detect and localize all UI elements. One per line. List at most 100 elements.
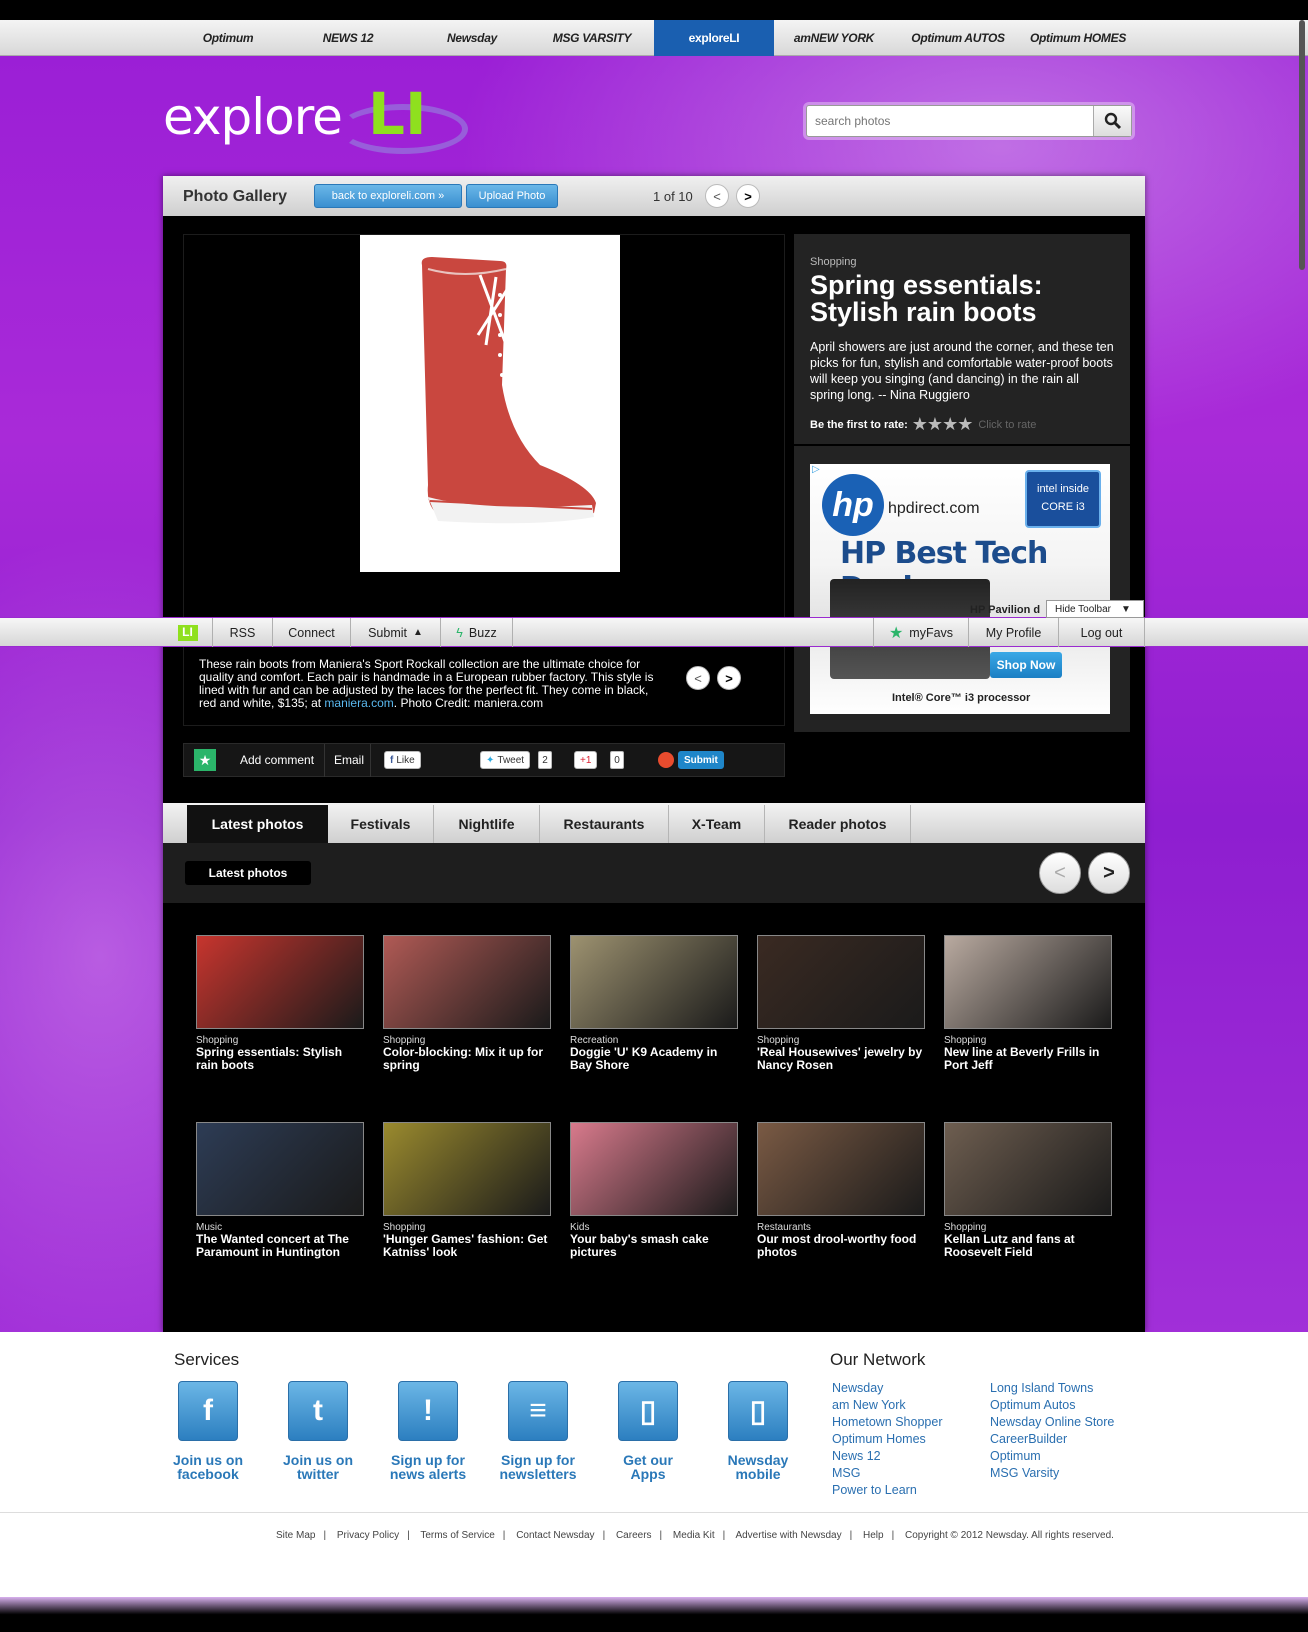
thumbnail-item[interactable]: Shopping Color-blocking: Mix it up for sp… [383,935,551,1072]
tab-reader-photos[interactable]: Reader photos [765,805,911,843]
thumbnail-item[interactable]: Shopping Spring essentials: Stylish rain … [196,935,364,1072]
toolbar-connect[interactable]: Connect [273,618,351,647]
network-link[interactable]: am New York [832,1398,906,1412]
thumbnail-image[interactable] [944,1122,1112,1216]
toolbar-my-profile[interactable]: My Profile [969,618,1059,647]
footer-link-help[interactable]: Help [863,1530,884,1541]
thumbnail-image[interactable] [383,935,551,1029]
network-link[interactable]: MSG Varsity [990,1466,1059,1480]
network-link[interactable]: Newsday [832,1381,883,1395]
network-link[interactable]: MSG [832,1466,860,1480]
service-newsletters[interactable]: ≡ Sign up for newsletters [488,1381,588,1481]
service-facebook[interactable]: f Join us on facebook [158,1381,258,1481]
google-plusone-button[interactable]: +1 [574,751,598,769]
network-link-optimum-homes[interactable]: Optimum HOMES [1018,20,1138,56]
toolbar-buzz[interactable]: ϟ Buzz [441,618,513,647]
toolbar-submit[interactable]: Submit ▲ [351,618,441,647]
thumbnail-item[interactable]: Shopping 'Hunger Games' fashion: Get Katn… [383,1122,551,1259]
network-link[interactable]: CareerBuilder [990,1432,1067,1446]
network-link-amnewyork[interactable]: amNEW YORK [774,20,894,56]
scrollbar[interactable] [1299,20,1305,270]
service-twitter[interactable]: t Join us on twitter [268,1381,368,1481]
thumbnail-title[interactable]: Our most drool-worthy food photos [757,1233,925,1259]
thumbnail-image[interactable] [757,935,925,1029]
footer-link-terms[interactable]: Terms of Service [420,1530,494,1541]
thumbnail-item[interactable]: Shopping Kellan Lutz and fans at Roosevel… [944,1122,1112,1259]
network-link[interactable]: News 12 [832,1449,881,1463]
hide-toolbar-button[interactable]: Hide Toolbar ▼ [1046,600,1144,618]
hp-advertisement[interactable]: ▷ hp hpdirect.com intel inside CORE i3 H… [810,464,1110,714]
network-link[interactable]: Hometown Shopper [832,1415,942,1429]
thumbnail-image[interactable] [570,1122,738,1216]
thumbnail-item[interactable]: Shopping 'Real Housewives' jewelry by Nan… [757,935,925,1072]
email-link[interactable]: Email [334,753,364,767]
network-link-optimum[interactable]: Optimum [168,20,288,56]
thumbnail-title[interactable]: 'Hunger Games' fashion: Get Katniss' loo… [383,1233,551,1259]
add-comment-link[interactable]: Add comment [240,753,314,767]
service-news-alerts[interactable]: ! Sign up for news alerts [378,1381,478,1481]
thumbnail-title[interactable]: Your baby's smash cake pictures [570,1233,738,1259]
site-logo[interactable]: explore LI [163,80,468,156]
shop-now-button[interactable]: Shop Now [990,652,1062,678]
thumbnail-title[interactable]: Spring essentials: Stylish rain boots [196,1046,364,1072]
prev-photo-button[interactable]: < [705,184,729,208]
thumbnail-image[interactable] [196,1122,364,1216]
tab-restaurants[interactable]: Restaurants [540,805,669,843]
caption-next-button[interactable]: > [717,666,741,690]
footer-link-careers[interactable]: Careers [616,1530,652,1541]
network-link[interactable]: Newsday Online Store [990,1415,1114,1429]
next-photo-button[interactable]: > [736,184,760,208]
tab-nightlife[interactable]: Nightlife [434,805,540,843]
thumbnail-image[interactable] [570,935,738,1029]
search-input[interactable] [811,109,1083,133]
thumbnail-title[interactable]: Kellan Lutz and fans at Roosevelt Field [944,1233,1112,1259]
thumbnail-title[interactable]: The Wanted concert at The Paramount in H… [196,1233,364,1259]
thumbnail-item[interactable]: Music The Wanted concert at The Paramount… [196,1122,364,1259]
rate-hint[interactable]: Click to rate [978,419,1036,431]
footer-link-advertise[interactable]: Advertise with Newsday [735,1530,841,1541]
thumbnail-item[interactable]: Shopping New line at Beverly Frills in Po… [944,935,1112,1072]
toolbar-logo[interactable]: LI [163,618,213,647]
tweet-button[interactable]: ✦ Tweet [480,751,531,769]
stumbleupon-icon[interactable] [658,752,674,768]
network-link[interactable]: Long Island Towns [990,1381,1093,1395]
submit-share-button[interactable]: Submit [678,751,724,769]
adchoices-icon[interactable]: ▷ [812,464,820,475]
thumbnail-item[interactable]: Restaurants Our most drool-worthy food ph… [757,1122,925,1259]
toolbar-rss[interactable]: RSS [213,618,273,647]
network-link[interactable]: Optimum Homes [832,1432,926,1446]
thumbnail-image[interactable] [944,935,1112,1029]
network-link-optimum-autos[interactable]: Optimum AUTOS [898,20,1018,56]
network-link[interactable]: Optimum Autos [990,1398,1075,1412]
footer-link-site-map[interactable]: Site Map [276,1530,315,1541]
thumbnail-title[interactable]: 'Real Housewives' jewelry by Nancy Rosen [757,1046,925,1072]
search-button[interactable] [1093,106,1131,136]
network-link-news12[interactable]: NEWS 12 [288,20,408,56]
caption-link[interactable]: maniera.com [324,696,393,710]
thumbnail-title[interactable]: Color-blocking: Mix it up for spring [383,1046,551,1072]
toolbar-myfavs[interactable]: ★ myFavs [873,618,969,647]
footer-link-media-kit[interactable]: Media Kit [673,1530,715,1541]
network-link-msgvarsity[interactable]: MSG VARSITY [532,20,652,56]
favorite-star-icon[interactable]: ★ [194,749,216,771]
thumbnail-image[interactable] [383,1122,551,1216]
tab-x-team[interactable]: X-Team [669,805,765,843]
thumbs-prev-button[interactable]: < [1039,852,1081,894]
thumbnail-item[interactable]: Kids Your baby's smash cake pictures [570,1122,738,1259]
toolbar-logout[interactable]: Log out [1059,618,1145,647]
tab-latest-photos[interactable]: Latest photos [187,805,328,843]
facebook-like-button[interactable]: f Like [384,751,421,769]
network-link-newsday[interactable]: Newsday [412,20,532,56]
network-link-exploreli[interactable]: exploreLI [654,20,774,56]
upload-photo-button[interactable]: Upload Photo [466,184,558,208]
network-link[interactable]: Optimum [990,1449,1041,1463]
footer-link-contact[interactable]: Contact Newsday [516,1530,594,1541]
rating-stars[interactable]: ★★★★ [912,414,974,435]
footer-link-privacy[interactable]: Privacy Policy [337,1530,399,1541]
service-mobile[interactable]: ▯ Newsday mobile [708,1381,808,1481]
thumbnail-item[interactable]: Recreation Doggie 'U' K9 Academy in Bay S… [570,935,738,1072]
tab-festivals[interactable]: Festivals [328,805,434,843]
thumbnail-title[interactable]: New line at Beverly Frills in Port Jeff [944,1046,1112,1072]
thumbnail-image[interactable] [757,1122,925,1216]
thumbnail-title[interactable]: Doggie 'U' K9 Academy in Bay Shore [570,1046,738,1072]
